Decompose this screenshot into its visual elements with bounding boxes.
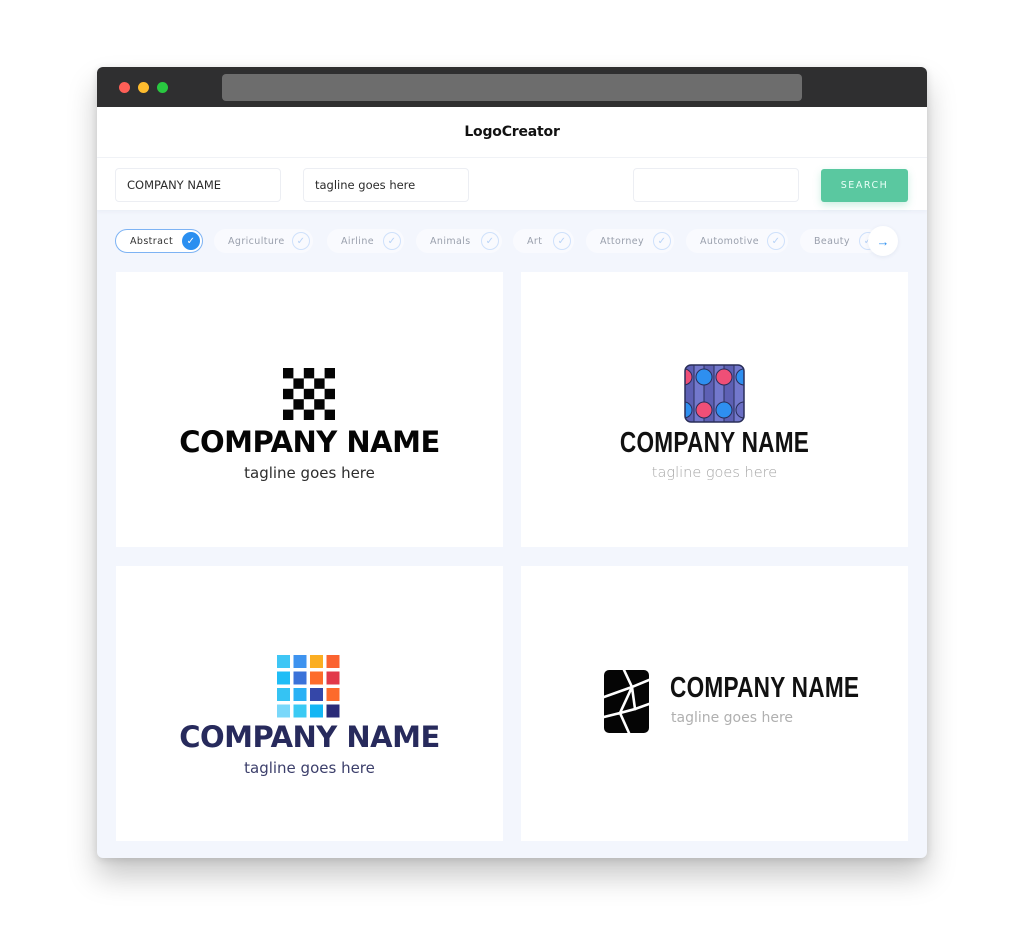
logo-card[interactable]: COMPANY NAME tagline goes here [116,272,503,547]
category-chip-art[interactable]: Art ✓ [513,229,574,253]
checkmark-icon: ✓ [481,232,499,250]
cracked-tile-icon [604,670,649,733]
category-chip-label: Automotive [700,235,759,247]
company-name-input[interactable]: COMPANY NAME [115,168,281,202]
app-header: LogoCreator [97,107,927,158]
bead-columns-icon [684,364,745,423]
logo-tagline: tagline goes here [651,465,778,481]
arrow-right-icon: → [876,233,890,249]
category-chip-label: Attorney [600,235,645,247]
app-title: LogoCreator [464,124,560,140]
logo-card[interactable]: COMPANY NAME tagline goes here [521,272,908,547]
checkmark-icon: ✓ [383,232,401,250]
title-bar [97,67,927,107]
address-bar[interactable] [222,74,802,101]
logo-tagline: tagline goes here [244,464,375,482]
search-bar: COMPANY NAME tagline goes here SEARCH [97,158,927,210]
search-query-input[interactable] [633,168,799,202]
logo-company-name: COMPANY NAME [179,425,440,459]
minimize-window-button[interactable] [138,82,149,93]
category-filter-bar: Abstract ✓ Agriculture ✓ Airline ✓ Anima… [115,226,905,256]
next-categories-button[interactable]: → [868,226,898,256]
category-chip-airline[interactable]: Airline ✓ [327,229,404,253]
checkmark-icon: ✓ [653,232,671,250]
logo-tagline: tagline goes here [671,710,794,726]
color-grid-icon [277,655,340,718]
logo-company-name: COMPANY NAME [179,720,440,754]
category-chip-animals[interactable]: Animals ✓ [416,229,502,253]
category-chip-label: Airline [341,235,374,247]
category-chip-agriculture[interactable]: Agriculture ✓ [214,229,313,253]
checkmark-icon: ✓ [292,232,310,250]
category-chip-automotive[interactable]: Automotive ✓ [686,229,788,253]
browser-window: LogoCreator COMPANY NAME tagline goes he… [97,67,927,858]
logo-tagline: tagline goes here [244,759,375,777]
search-button[interactable]: SEARCH [821,169,908,202]
logo-card[interactable]: COMPANY NAME tagline goes here [116,566,503,841]
category-chip-label: Agriculture [228,235,285,247]
category-chip-attorney[interactable]: Attorney ✓ [586,229,674,253]
checkmark-icon: ✓ [182,232,200,250]
tagline-input[interactable]: tagline goes here [303,168,469,202]
category-chip-label: Abstract [130,235,174,247]
checkmark-icon: ✓ [553,232,571,250]
category-chip-abstract[interactable]: Abstract ✓ [115,229,203,253]
logo-company-name: COMPANY NAME [670,672,860,704]
checkerboard-icon [283,368,335,420]
checkmark-icon: ✓ [767,232,785,250]
close-window-button[interactable] [119,82,130,93]
logo-company-name: COMPANY NAME [619,427,810,459]
logo-card[interactable]: COMPANY NAME tagline goes here [521,566,908,841]
category-chip-label: Animals [430,235,471,247]
category-chip-label: Art [527,235,543,247]
category-chip-label: Beauty [814,235,850,247]
maximize-window-button[interactable] [157,82,168,93]
